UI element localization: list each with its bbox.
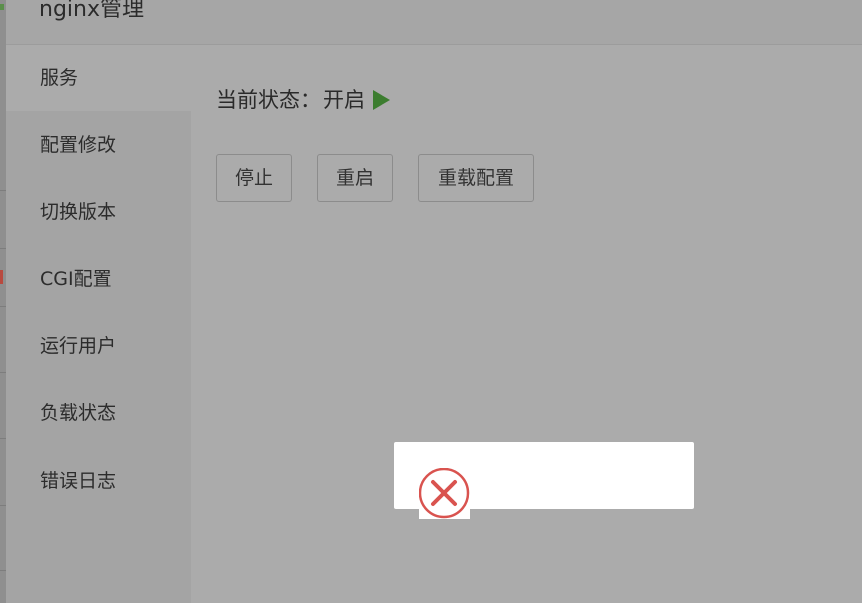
restart-button[interactable]: 重启 [317, 154, 393, 202]
play-icon [373, 90, 390, 110]
reload-config-button[interactable]: 重载配置 [418, 154, 534, 202]
status-separator: ： [300, 88, 321, 112]
status-label: 当前状态 [216, 88, 300, 112]
sidebar-item-config-edit[interactable]: 配置修改 [6, 112, 191, 178]
sidebar-item-service[interactable]: 服务 [6, 45, 191, 111]
sidebar-item-cgi-config[interactable]: CGI配置 [6, 246, 191, 312]
sidebar-item-switch-version[interactable]: 切换版本 [6, 179, 191, 245]
sidebar-item-error-log[interactable]: 错误日志 [6, 448, 191, 514]
background-mark [0, 270, 3, 284]
status-value: 开启 [323, 88, 365, 112]
stop-button[interactable]: 停止 [216, 154, 292, 202]
error-circle-icon [419, 468, 470, 519]
sidebar-item-run-user[interactable]: 运行用户 [6, 313, 191, 379]
message-toast [394, 442, 694, 519]
status-row: 当前状态：开启 [216, 85, 390, 115]
sidebar: 服务 配置修改 切换版本 CGI配置 运行用户 负载状态 错误日志 [6, 45, 191, 603]
screen: nginx管理 服务 配置修改 切换版本 CGI配置 运行用户 负载状态 错误日… [0, 0, 862, 603]
dialog-header: nginx管理 [6, 0, 862, 45]
dialog-title: nginx管理 [39, 0, 144, 22]
background-mark [0, 4, 4, 10]
service-content: 当前状态：开启 停止 重启 重载配置 [191, 45, 862, 603]
sidebar-item-load-status[interactable]: 负载状态 [6, 380, 191, 446]
